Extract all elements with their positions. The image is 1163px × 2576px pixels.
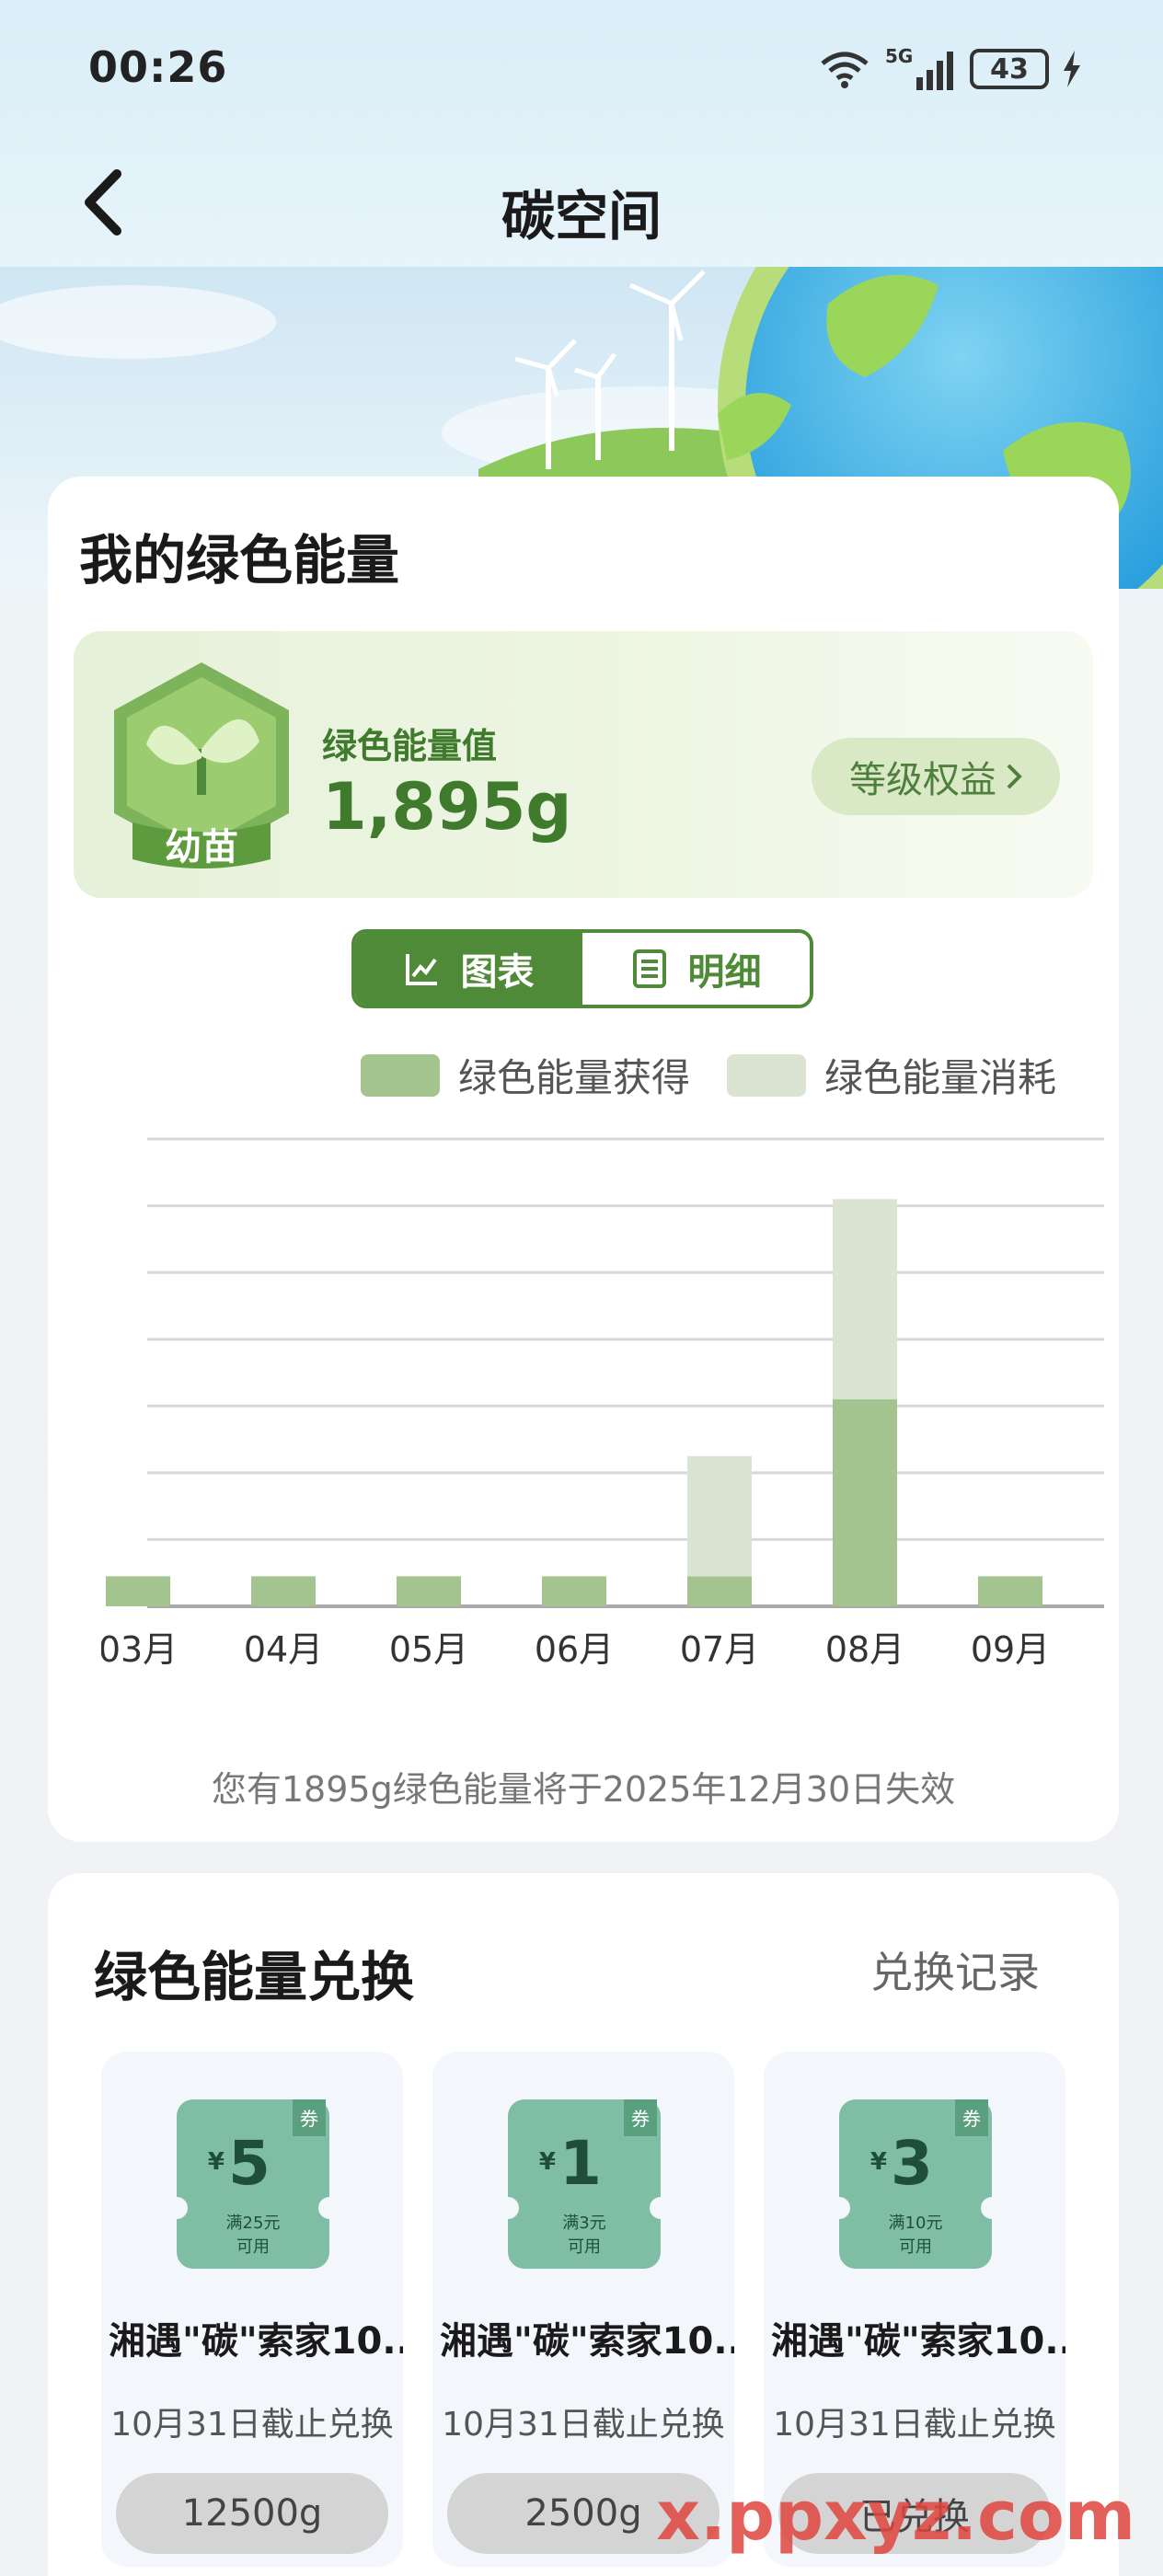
bar-earned	[106, 1576, 170, 1606]
level-badge-label: 幼苗	[165, 826, 238, 868]
energy-summary-panel: 幼苗 绿色能量值 1,895g 等级权益	[74, 631, 1093, 898]
bar-earned	[397, 1576, 461, 1606]
energy-value: 1,895g	[322, 769, 572, 845]
section-title-exchange: 绿色能量兑换	[94, 1946, 415, 2008]
bar-consumed	[833, 1199, 897, 1400]
title-bar: 碳空间	[0, 147, 1163, 258]
exchange-record-link[interactable]: 兑换记录	[870, 1939, 1040, 2000]
coupon-usable: 可用	[899, 2237, 932, 2257]
battery-level: 43	[990, 52, 1029, 86]
coupon-condition: 满10元	[889, 2214, 943, 2233]
charging-icon	[1064, 51, 1080, 87]
coupon-currency: ¥	[870, 2148, 887, 2176]
energy-bar-chart: 03月 04月 05月 06月 07月 08月 09月	[101, 1137, 1104, 1670]
coupon-amount: 1	[559, 2128, 602, 2199]
tab-detail[interactable]: 明细	[582, 933, 810, 1005]
item-name: 湘遇"碳"索家10...	[440, 2320, 734, 2363]
status-time: 00:26	[88, 42, 228, 92]
x-tick-label: 07月	[680, 1629, 759, 1670]
x-tick-label: 06月	[535, 1629, 614, 1670]
x-tick-label: 05月	[389, 1629, 468, 1670]
network-type-label: 5G	[885, 46, 913, 67]
bar-earned	[978, 1576, 1042, 1606]
tab-chart[interactable]: 图表	[355, 933, 582, 1005]
page-title: 碳空间	[501, 185, 662, 247]
battery-indicator: 43	[970, 49, 1049, 89]
x-tick-label: 04月	[244, 1629, 323, 1670]
watermark-text: x.ppxyz.com	[656, 2477, 1135, 2556]
item-deadline: 10月31日截止兑换	[773, 2406, 1056, 2444]
x-tick-label: 08月	[825, 1629, 904, 1670]
section-title-green-energy: 我的绿色能量	[79, 529, 400, 592]
coupon-tag: 券	[631, 2108, 650, 2130]
seedling-icon: 幼苗	[114, 662, 289, 868]
wifi-icon	[821, 52, 869, 88]
line-chart-icon	[405, 954, 437, 985]
bar-earned	[833, 1399, 897, 1606]
coupon-currency: ¥	[539, 2148, 556, 2176]
list-document-icon	[632, 949, 666, 988]
legend-swatch-consumed	[727, 1053, 807, 1097]
level-badge: 幼苗	[96, 657, 307, 878]
x-tick-label: 09月	[971, 1629, 1050, 1670]
coupon-icon: 券 ¥ 5 满25元 可用	[177, 2099, 329, 2269]
status-icons: 5G 43	[819, 46, 1082, 92]
bar-earned	[542, 1576, 606, 1606]
coupon-tag: 券	[962, 2108, 981, 2130]
item-name: 湘遇"碳"索家10...	[771, 2320, 1065, 2363]
chart-legend: 绿色能量获得 绿色能量消耗	[361, 1047, 1056, 1103]
chevron-right-icon	[1007, 764, 1022, 789]
coupon-amount: 3	[891, 2128, 933, 2199]
tab-detail-label: 明细	[687, 951, 762, 994]
energy-value-label: 绿色能量值	[322, 726, 498, 766]
bar-earned	[251, 1576, 316, 1606]
bar-earned	[687, 1576, 752, 1606]
redeem-button[interactable]: 12500g	[116, 2473, 388, 2554]
level-rights-button[interactable]: 等级权益	[812, 738, 1060, 815]
bar-consumed	[687, 1455, 752, 1577]
green-energy-card: 我的绿色能量 幼苗 绿色能量值 1,895g 等级权益 图表 明细 绿色能量获得…	[48, 477, 1119, 1842]
site-watermark: x.ppxyz.com	[656, 2477, 1135, 2556]
coupon-usable: 可用	[568, 2237, 601, 2257]
coupon-tag: 券	[300, 2108, 318, 2130]
coupon-condition: 满25元	[226, 2214, 281, 2233]
status-bar: 00:26 5G 43	[0, 0, 1163, 138]
level-rights-label: 等级权益	[849, 759, 996, 801]
item-name: 湘遇"碳"索家10...	[109, 2320, 403, 2363]
view-toggle: 图表 明细	[351, 929, 813, 1008]
exchange-item[interactable]: 券 ¥ 5 满25元 可用 湘遇"碳"索家10... 10月31日截止兑换 12…	[101, 2052, 403, 2567]
coupon-icon: 券 ¥ 3 满10元 可用	[839, 2099, 992, 2269]
coupon-condition: 满3元	[562, 2214, 605, 2233]
legend-label-consumed: 绿色能量消耗	[824, 1055, 1057, 1100]
tab-chart-label: 图表	[460, 951, 535, 994]
coupon-usable: 可用	[236, 2237, 270, 2257]
item-deadline: 10月31日截止兑换	[442, 2406, 725, 2444]
item-deadline: 10月31日截止兑换	[110, 2406, 394, 2444]
coupon-currency: ¥	[208, 2148, 225, 2176]
cellular-signal-icon: 5G	[885, 46, 953, 90]
x-tick-label: 03月	[101, 1629, 178, 1670]
legend-swatch-earned	[361, 1053, 440, 1097]
legend-label-earned: 绿色能量获得	[458, 1055, 691, 1100]
expire-note: 您有1895g绿色能量将于2025年12月30日失效	[211, 1769, 956, 1810]
coupon-amount: 5	[228, 2128, 271, 2199]
coupon-icon: 券 ¥ 1 满3元 可用	[508, 2099, 661, 2269]
